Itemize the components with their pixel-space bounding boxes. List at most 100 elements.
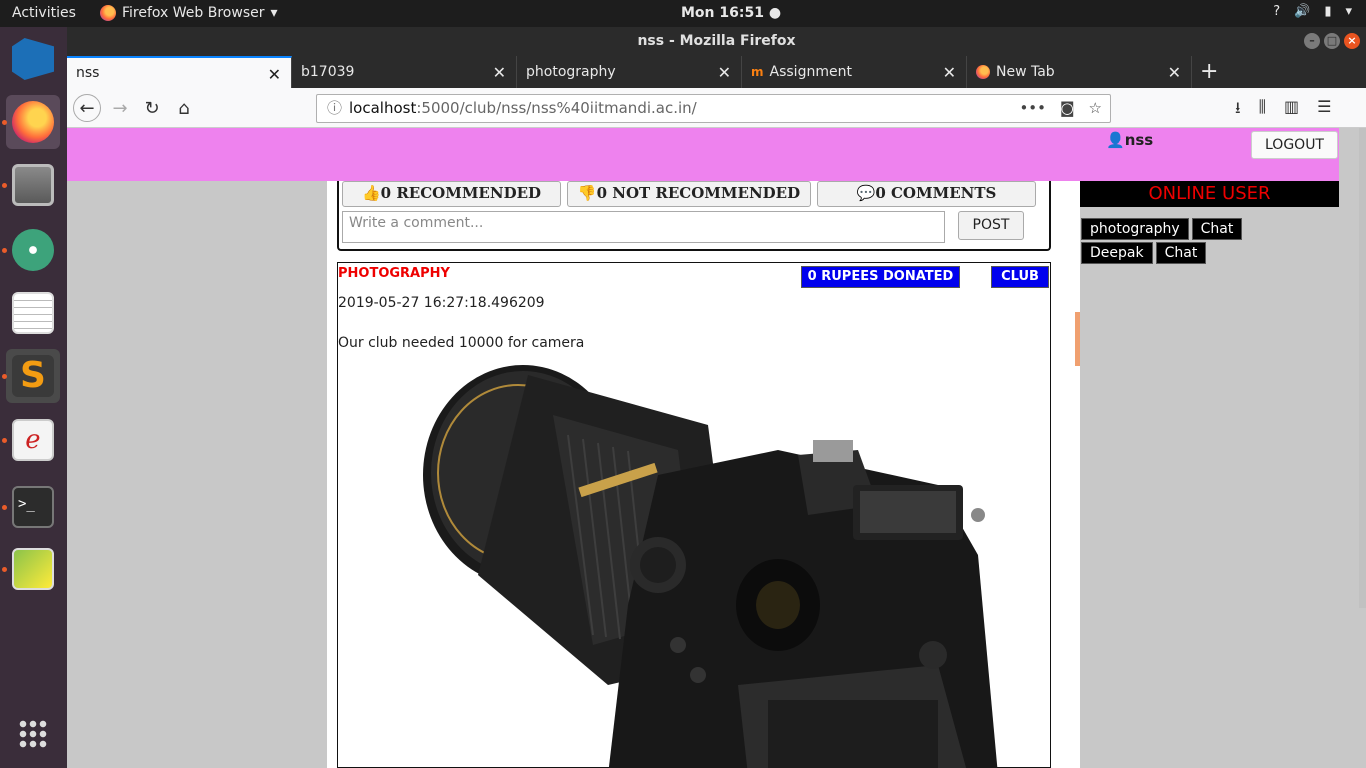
window-title: nss - Mozilla Firefox bbox=[637, 33, 796, 49]
activities-button[interactable]: Activities bbox=[12, 5, 76, 21]
new-tab-button[interactable]: + bbox=[1200, 59, 1218, 84]
dock-text-editor[interactable] bbox=[6, 286, 60, 340]
post-comment-button[interactable]: POST bbox=[958, 211, 1024, 240]
url-path: :5000/club/nss/nss%40iitmandi.ac.in/ bbox=[416, 99, 697, 117]
tab-photography[interactable]: photography ✕ bbox=[517, 56, 742, 88]
bookmark-star-icon[interactable]: ☆ bbox=[1089, 95, 1102, 122]
app-menu-label: Firefox Web Browser bbox=[122, 5, 265, 21]
comment-icon: 💬 bbox=[856, 184, 876, 202]
window-title-bar: nss - Mozilla Firefox – □ × bbox=[67, 27, 1366, 56]
help-icon: ? bbox=[1273, 4, 1281, 19]
site-header: 👤nss LOGOUT bbox=[67, 128, 1339, 181]
chat-button[interactable]: Chat bbox=[1191, 218, 1243, 240]
page-viewport: 👤nss LOGOUT 👍0 RECOMMENDED 👎0 NOT RECOMM… bbox=[67, 128, 1366, 768]
dock-vscode[interactable] bbox=[6, 32, 60, 86]
minimize-button[interactable]: – bbox=[1304, 33, 1320, 49]
vscode-icon bbox=[12, 38, 54, 80]
recommend-button[interactable]: 👍0 RECOMMENDED bbox=[342, 181, 561, 207]
tab-label: b17039 bbox=[301, 64, 355, 80]
text-editor-icon bbox=[12, 292, 54, 334]
clock-label: Mon 16:51 bbox=[681, 5, 764, 21]
pocket-icon[interactable]: ◙ bbox=[1060, 95, 1075, 122]
donated-badge[interactable]: 0 RUPEES DONATED bbox=[801, 266, 960, 288]
dock-sublime[interactable]: S bbox=[6, 349, 60, 403]
club-badge[interactable]: CLUB bbox=[991, 266, 1049, 288]
dock-files[interactable] bbox=[6, 158, 60, 212]
online-user-row: photography Chat bbox=[1081, 218, 1243, 240]
file-cabinet-icon bbox=[12, 164, 54, 206]
post-card: PHOTOGRAPHY 0 RUPEES DONATED CLUB 2019-0… bbox=[337, 262, 1051, 768]
close-tab-icon[interactable]: ✕ bbox=[1168, 63, 1181, 82]
url-bar[interactable]: ⓘ localhost:5000/club/nss/nss%40iitmandi… bbox=[316, 94, 1111, 123]
current-user[interactable]: 👤nss bbox=[1106, 131, 1153, 149]
close-tab-icon[interactable]: ✕ bbox=[943, 63, 956, 82]
online-user-name[interactable]: Deepak bbox=[1081, 242, 1153, 264]
post-description: Our club needed 10000 for camera bbox=[338, 335, 585, 351]
post-category[interactable]: PHOTOGRAPHY bbox=[338, 266, 450, 281]
hamburger-menu-icon[interactable]: ☰ bbox=[1317, 97, 1331, 124]
thumbs-up-icon: 👍 bbox=[361, 184, 381, 202]
dock-image-viewer[interactable] bbox=[6, 542, 60, 596]
dock-firefox[interactable] bbox=[6, 95, 60, 149]
running-indicator bbox=[2, 567, 7, 572]
app-menu[interactable]: Firefox Web Browser ▾ bbox=[100, 5, 278, 21]
firefox-icon bbox=[12, 101, 54, 143]
tab-new-tab[interactable]: New Tab ✕ bbox=[967, 56, 1192, 88]
post-timestamp: 2019-05-27 16:27:18.496209 bbox=[338, 295, 545, 311]
running-indicator bbox=[2, 248, 7, 253]
sublime-icon: S bbox=[12, 355, 54, 397]
forward-button[interactable]: → bbox=[106, 94, 134, 122]
terminal-icon: >_ bbox=[12, 486, 54, 528]
user-icon: 👤 bbox=[1106, 131, 1125, 149]
show-applications-button[interactable] bbox=[6, 707, 60, 761]
tab-b17039[interactable]: b17039 ✕ bbox=[292, 56, 517, 88]
volume-icon: 🔊 bbox=[1294, 4, 1311, 19]
online-user-name[interactable]: photography bbox=[1081, 218, 1189, 240]
comments-label: 0 COMMENTS bbox=[875, 184, 997, 202]
camera-image bbox=[423, 365, 998, 768]
logout-button[interactable]: LOGOUT bbox=[1251, 131, 1338, 159]
comment-input[interactable]: Write a comment... bbox=[342, 211, 945, 243]
dock-terminal[interactable]: >_ bbox=[6, 480, 60, 534]
comments-button[interactable]: 💬0 COMMENTS bbox=[817, 181, 1036, 207]
system-top-bar: Activities Firefox Web Browser ▾ Mon 16:… bbox=[0, 0, 1366, 27]
close-tab-icon[interactable]: ✕ bbox=[718, 63, 731, 82]
firefox-icon bbox=[100, 5, 116, 21]
running-indicator bbox=[2, 120, 7, 125]
previous-post-footer: 👍0 RECOMMENDED 👎0 NOT RECOMMENDED 💬0 COM… bbox=[337, 181, 1051, 251]
tab-assignment[interactable]: m Assignment ✕ bbox=[742, 56, 967, 88]
tab-label: nss bbox=[76, 65, 100, 81]
not-recommend-button[interactable]: 👎0 NOT RECOMMENDED bbox=[567, 181, 811, 207]
online-users-title: ONLINE USER bbox=[1080, 181, 1339, 207]
sidebar-icon[interactable]: ▥ bbox=[1284, 97, 1299, 124]
tab-bar: nss ✕ b17039 ✕ photography ✕ m Assignmen… bbox=[67, 56, 1366, 88]
downloads-icon[interactable]: ⭳ bbox=[1235, 97, 1241, 124]
info-icon[interactable]: ⓘ bbox=[327, 95, 342, 122]
tab-label: Assignment bbox=[769, 64, 852, 80]
chat-button[interactable]: Chat bbox=[1155, 242, 1207, 264]
close-tab-icon[interactable]: ✕ bbox=[268, 65, 281, 84]
back-button[interactable]: ← bbox=[73, 94, 101, 122]
library-icon[interactable]: ⫼ bbox=[1259, 97, 1266, 124]
close-tab-icon[interactable]: ✕ bbox=[493, 63, 506, 82]
moodle-icon: m bbox=[751, 65, 764, 79]
dock-atom[interactable] bbox=[6, 223, 60, 277]
running-indicator bbox=[2, 505, 7, 510]
clock[interactable]: Mon 16:51 ● bbox=[681, 5, 781, 21]
page-scrollbar[interactable] bbox=[1359, 128, 1366, 608]
dock-pdf-viewer[interactable]: ℯ bbox=[6, 413, 60, 467]
running-indicator bbox=[2, 374, 7, 379]
navigation-toolbar: ← → ↻ ⌂ ⓘ localhost:5000/club/nss/nss%40… bbox=[67, 88, 1366, 128]
tab-nss[interactable]: nss ✕ bbox=[67, 56, 292, 88]
system-tray[interactable]: ? 🔊 ▮ ▾ bbox=[1273, 4, 1352, 19]
home-button[interactable]: ⌂ bbox=[170, 94, 198, 122]
online-users-panel: ONLINE USER photography Chat Deepak Chat bbox=[1080, 181, 1339, 768]
page-actions-icon[interactable]: ••• bbox=[1019, 95, 1046, 122]
firefox-icon bbox=[976, 65, 990, 79]
atom-icon bbox=[12, 229, 54, 271]
close-window-button[interactable]: × bbox=[1344, 33, 1360, 49]
chevron-down-icon: ▾ bbox=[1345, 4, 1352, 19]
reload-button[interactable]: ↻ bbox=[138, 94, 166, 122]
recommend-label: 0 RECOMMENDED bbox=[380, 184, 542, 202]
maximize-button[interactable]: □ bbox=[1324, 33, 1340, 49]
